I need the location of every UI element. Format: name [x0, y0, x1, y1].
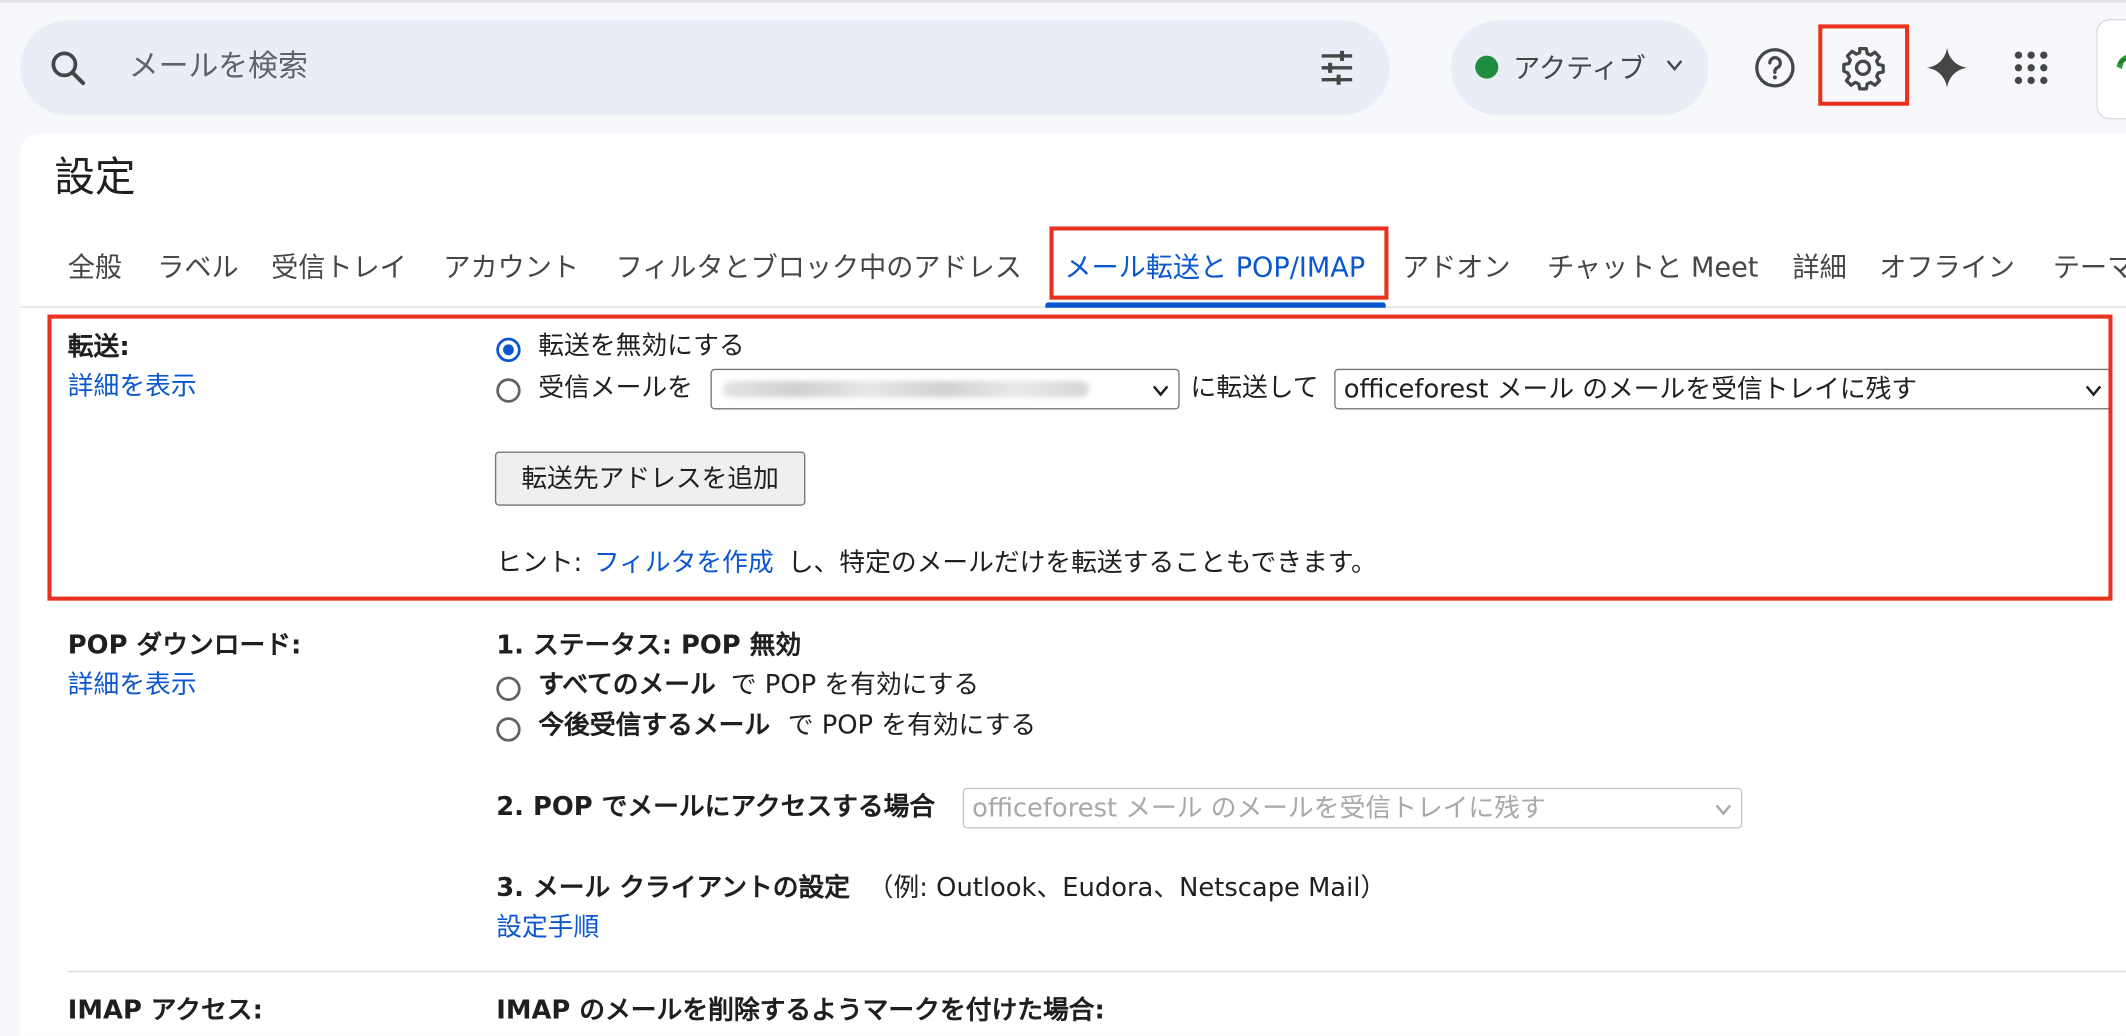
top-border	[0, 0, 2126, 3]
tab-inbox[interactable]: 受信トレイ	[271, 247, 407, 288]
search-icon[interactable]	[47, 47, 88, 88]
active-tab-indicator	[1045, 302, 1386, 308]
pop-details-link[interactable]: 詳細を表示	[68, 666, 197, 704]
pop-access-select: officeforest メール のメールを受信トレイに残す	[962, 787, 1743, 829]
pop-client-heading: 3. メール クライアントの設定	[496, 873, 851, 904]
imap-label: IMAP アクセス:	[67, 995, 263, 1026]
search-bar[interactable]: メールを検索	[20, 20, 1390, 116]
pop-all-bold: すべてのメール	[538, 669, 716, 700]
section-divider	[67, 970, 2126, 973]
pop-new-rest: で POP を有効にする	[787, 710, 1037, 741]
tab-themes[interactable]: テーマ	[2053, 247, 2126, 288]
gemini-button[interactable]	[1917, 38, 1977, 98]
chevron-down-icon	[1715, 804, 1732, 816]
tab-labels[interactable]: ラベル	[157, 247, 238, 288]
chevron-down-icon	[1666, 60, 1683, 72]
gemini-icon	[1926, 47, 1968, 88]
imap-delete-heading: IMAP のメールを削除するようマークを付けた場合:	[496, 995, 1105, 1026]
status-dot	[1475, 55, 1499, 79]
pop-all-rest: で POP を有効にする	[730, 669, 980, 700]
pop-all-radio[interactable]	[496, 676, 521, 702]
account-avatar[interactable]	[2096, 18, 2126, 120]
pop-new-radio[interactable]	[496, 717, 521, 742]
pop-status-heading: 1. ステータス: POP 無効	[496, 630, 802, 661]
pop-new-bold: 今後受信するメール	[538, 710, 771, 741]
status-selector[interactable]: アクティブ	[1450, 20, 1709, 116]
tab-general[interactable]: 全般	[68, 247, 122, 288]
tab-advanced[interactable]: 詳細	[1792, 247, 1846, 288]
tab-filters[interactable]: フィルタとブロック中のアドレス	[616, 247, 1022, 288]
search-options-icon[interactable]	[1317, 47, 1358, 88]
account-logo-icon	[2116, 55, 2126, 70]
active-tab-highlight	[1049, 226, 1389, 300]
tab-chat-meet[interactable]: チャットと Meet	[1547, 247, 1758, 288]
help-button[interactable]	[1745, 38, 1805, 98]
pop-access-value: officeforest メール のメールを受信トレイに残す	[972, 793, 1546, 824]
settings-highlight	[1818, 24, 1910, 106]
status-label: アクティブ	[1513, 51, 1646, 85]
help-icon	[1755, 48, 1795, 88]
apps-icon	[2014, 51, 2048, 85]
pop-access-label: 2. POP でメールにアクセスする場合	[496, 791, 936, 822]
tab-offline[interactable]: オフライン	[1879, 247, 2015, 288]
pop-client-examples: （例: Outlook、Eudora、Netscape Mail）	[867, 873, 1387, 904]
apps-button[interactable]	[2001, 38, 2061, 98]
pop-setup-link[interactable]: 設定手順	[496, 908, 599, 946]
tab-accounts[interactable]: アカウント	[443, 247, 579, 288]
forwarding-highlight	[47, 314, 2113, 601]
pop-label: POP ダウンロード:	[67, 630, 302, 661]
page-title: 設定	[54, 154, 136, 203]
tab-addons[interactable]: アドオン	[1402, 247, 1510, 288]
search-input[interactable]: メールを検索	[129, 47, 308, 88]
